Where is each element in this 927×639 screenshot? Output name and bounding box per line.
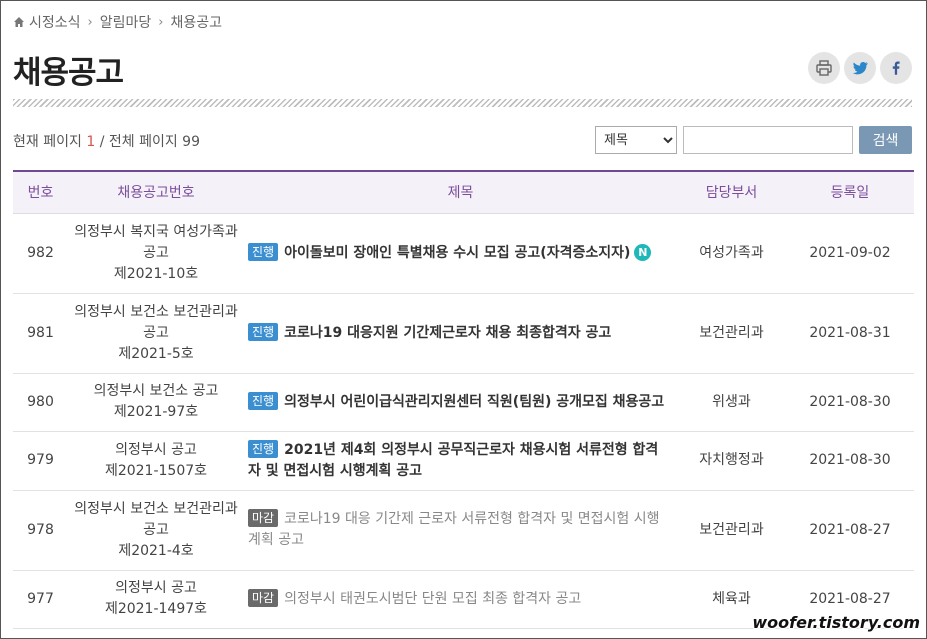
status-badge: 진행 — [248, 391, 279, 410]
facebook-icon — [892, 61, 900, 75]
total-pages: 99 — [182, 134, 200, 150]
chevron-right-icon: › — [87, 14, 93, 30]
status-badge: 마감 — [248, 588, 279, 607]
share-buttons — [808, 52, 912, 84]
row-number: 980 — [13, 373, 68, 432]
notice-title-link[interactable]: 의정부시 어린이급식관리지원센터 직원(팀원) 공개모집 채용공고 — [284, 394, 664, 410]
row-number: 977 — [13, 570, 68, 629]
registration-date: 2021-08-27 — [786, 490, 914, 571]
notice-title-link[interactable]: 의정부시 태권도시범단 단원 모집 최종 합격자 공고 — [284, 591, 581, 607]
new-badge: N — [634, 243, 652, 261]
notice-title-link[interactable]: 코로나19 대응지원 기간제근로자 채용 최종합격자 공고 — [284, 325, 611, 341]
status-badge: 진행 — [248, 242, 279, 261]
registration-date: 2021-08-31 — [786, 293, 914, 374]
notice-number-line: 제2021-97호 — [113, 404, 199, 420]
column-header: 번호 — [13, 171, 68, 214]
notice-number-line: 공고 — [143, 521, 169, 538]
title-cell: 진행 2021년 제4회 의정부시 공무직근로자 채용시험 서류전형 합격자 및 … — [244, 431, 677, 491]
department: 위생과 — [677, 373, 786, 432]
notice-number-line: 의정부시 공고 — [115, 441, 197, 458]
notice-number: 의정부시 보건소 공고제2021-97호 — [68, 373, 244, 432]
notice-number: 의정부시 공고제2021-1507호 — [68, 431, 244, 491]
breadcrumb-item[interactable]: 채용공고 — [170, 12, 222, 32]
print-button[interactable] — [808, 52, 840, 84]
twitter-icon — [852, 61, 869, 75]
department: 보건관리과 — [677, 490, 786, 571]
job-notice-table: 번호 채용공고번호 제목 담당부서 등록일 982 의정부시 복지국 여성가족과 공… — [13, 170, 914, 629]
notice-number-line: 의정부시 보건소 보건관리과 — [74, 303, 238, 320]
page-info-prefix: 현재 페이지 — [13, 134, 82, 150]
breadcrumb: 시정소식 › 알림마당 › 채용공고 — [13, 12, 222, 32]
row-number: 979 — [13, 431, 68, 491]
notice-number-line: 의정부시 보건소 공고 — [93, 383, 219, 399]
status-badge: 마감 — [248, 509, 279, 527]
row-number: 978 — [13, 490, 68, 571]
column-header: 등록일 — [786, 171, 914, 214]
notice-number: 의정부시 복지국 여성가족과공고제2021-10호 — [68, 213, 244, 294]
watermark: woofer.tistory.com — [752, 613, 920, 632]
table-header-row: 번호 채용공고번호 제목 담당부서 등록일 — [13, 171, 914, 214]
breadcrumb-item[interactable]: 시정소식 — [29, 12, 81, 32]
chevron-right-icon: › — [158, 14, 164, 30]
title-divider — [13, 99, 912, 107]
column-header: 담당부서 — [677, 171, 786, 214]
title-cell: 진행 코로나19 대응지원 기간제근로자 채용 최종합격자 공고 — [244, 293, 677, 374]
search-button[interactable]: 검색 — [859, 126, 912, 154]
notice-number-line: 공고 — [143, 244, 169, 261]
notice-number: 의정부시 공고제2021-1497호 — [68, 570, 244, 629]
print-icon — [816, 60, 832, 76]
notice-number-line: 제2021-1507호 — [104, 462, 208, 479]
notice-number-line: 제2021-10호 — [113, 265, 199, 282]
title-cell: 진행 아이돌보미 장애인 특별채용 수시 모집 공고(자격증소지자) N — [244, 213, 677, 294]
twitter-button[interactable] — [844, 52, 876, 84]
table-row: 980 의정부시 보건소 공고 제2021-97호 진행 의정부시 어린이급식관리지원센… — [13, 373, 914, 432]
department: 자치행정과 — [677, 431, 786, 491]
notice-number-line: 의정부시 복지국 여성가족과 — [74, 223, 238, 240]
breadcrumb-item[interactable]: 알림마당 — [100, 12, 152, 32]
table-row: 978 의정부시 보건소 보건관리과 공고 제2021-4호 마감 코로나19 대응 기간… — [13, 490, 914, 571]
home-icon[interactable] — [13, 16, 25, 28]
title-cell: 진행 의정부시 어린이급식관리지원센터 직원(팀원) 공개모집 채용공고 — [244, 373, 677, 432]
status-badge: 진행 — [248, 439, 279, 458]
search-bar: 제목 검색 — [595, 126, 912, 154]
status-badge: 진행 — [248, 322, 279, 341]
row-number: 982 — [13, 213, 68, 294]
notice-title-link[interactable]: 아이돌보미 장애인 특별채용 수시 모집 공고(자격증소지자) — [284, 245, 630, 261]
notice-title-link[interactable]: 코로나19 대응 기간제 근로자 서류전형 합격자 및 면접시험 시행계획 공고 — [248, 511, 660, 548]
notice-title-link[interactable]: 2021년 제4회 의정부시 공무직근로자 채용시험 서류전형 합격자 및 면접… — [248, 442, 658, 479]
search-field-select[interactable]: 제목 — [595, 126, 677, 154]
table-row: 982 의정부시 복지국 여성가족과 공고 제2021-10호 진행 아이돌보미 장애인 … — [13, 213, 914, 294]
table-row: 981 의정부시 보건소 보건관리과 공고 제2021-5호 진행 코로나19 대응지원 … — [13, 293, 914, 374]
column-header: 채용공고번호 — [68, 171, 244, 214]
notice-number-line: 의정부시 공고 — [115, 580, 197, 596]
page-info-middle: / 전체 페이지 — [99, 134, 178, 150]
facebook-button[interactable] — [880, 52, 912, 84]
page-info: 현재 페이지 1 / 전체 페이지 99 — [13, 131, 200, 151]
registration-date: 2021-09-02 — [786, 213, 914, 294]
registration-date: 2021-08-30 — [786, 431, 914, 491]
title-cell: 마감 의정부시 태권도시범단 단원 모집 최종 합격자 공고 — [244, 570, 677, 629]
notice-number-line: 의정부시 보건소 보건관리과 — [74, 500, 238, 517]
current-page: 1 — [86, 134, 96, 150]
notice-number-line: 제2021-5호 — [118, 345, 194, 362]
search-input[interactable] — [683, 126, 853, 154]
table-row: 979 의정부시 공고 제2021-1507호 진행 2021년 제4회 의정부시 공무… — [13, 431, 914, 491]
notice-number: 의정부시 보건소 보건관리과공고제2021-5호 — [68, 293, 244, 374]
page-title: 채용공고 — [13, 55, 124, 91]
department: 보건관리과 — [677, 293, 786, 374]
notice-number-line: 제2021-4호 — [118, 542, 194, 559]
registration-date: 2021-08-30 — [786, 373, 914, 432]
title-cell: 마감 코로나19 대응 기간제 근로자 서류전형 합격자 및 면접시험 시행계획 … — [244, 490, 677, 571]
department: 여성가족과 — [677, 213, 786, 294]
notice-number-line: 제2021-1497호 — [104, 601, 208, 617]
row-number: 981 — [13, 293, 68, 374]
column-header: 제목 — [244, 171, 677, 214]
notice-number: 의정부시 보건소 보건관리과공고제2021-4호 — [68, 490, 244, 571]
notice-number-line: 공고 — [143, 324, 169, 341]
